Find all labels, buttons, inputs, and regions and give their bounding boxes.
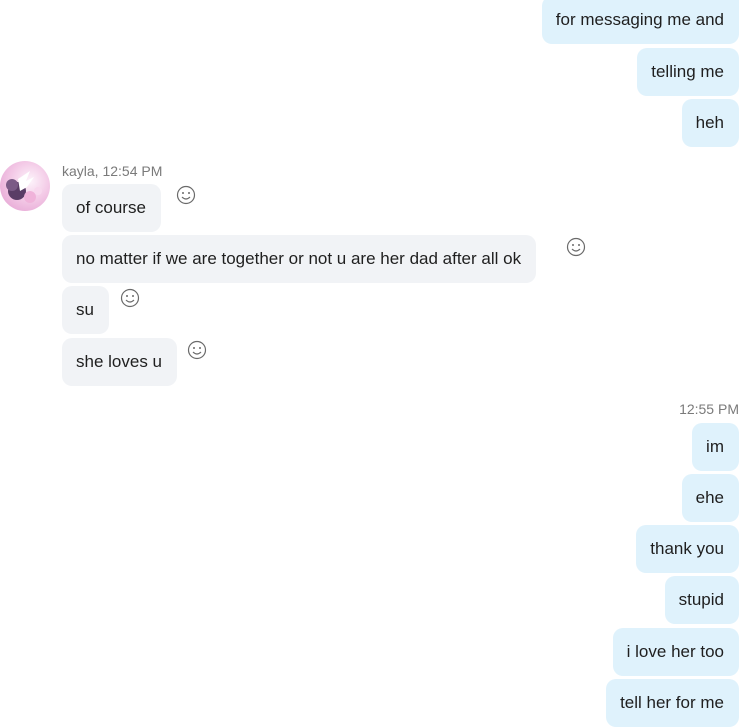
message-text: ehe <box>695 488 724 507</box>
outgoing-message[interactable]: im <box>692 423 739 471</box>
smiley-icon[interactable] <box>120 288 140 308</box>
outgoing-message[interactable]: ehe <box>681 474 739 522</box>
outgoing-message[interactable]: stupid <box>664 576 739 624</box>
outgoing-message[interactable]: telling me <box>637 48 739 96</box>
avatar-image <box>0 161 50 211</box>
incoming-message[interactable]: of course <box>62 184 161 232</box>
message-text: heh <box>695 113 724 132</box>
smiley-icon[interactable] <box>566 237 586 257</box>
outgoing-message[interactable]: thank you <box>636 525 739 573</box>
message-text: stupid <box>678 590 724 609</box>
message-text: for messaging me and <box>555 10 724 29</box>
outgoing-message[interactable]: tell her for me <box>606 679 739 727</box>
outgoing-message[interactable]: for messaging me and <box>541 0 739 44</box>
message-text: of course <box>76 198 146 217</box>
message-text: telling me <box>651 62 724 81</box>
outgoing-message[interactable]: i love her too <box>612 628 739 676</box>
message-text: i love her too <box>626 642 724 661</box>
message-text: im <box>706 437 724 456</box>
smiley-icon[interactable] <box>187 340 207 360</box>
message-timestamp: 12:55 PM <box>679 401 739 417</box>
smiley-icon[interactable] <box>176 185 196 205</box>
sender-avatar[interactable] <box>0 161 50 211</box>
message-text: thank you <box>650 539 724 558</box>
incoming-message[interactable]: she loves u <box>62 338 177 386</box>
message-text: tell her for me <box>620 693 724 712</box>
incoming-message[interactable]: no matter if we are together or not u ar… <box>62 235 537 283</box>
incoming-message[interactable]: su <box>62 286 109 334</box>
sender-name-time: kayla, 12:54 PM <box>62 163 163 179</box>
message-text: she loves u <box>76 352 162 371</box>
message-text: no matter if we are together or not u ar… <box>76 249 522 268</box>
message-text: su <box>76 300 94 319</box>
outgoing-message[interactable]: heh <box>681 99 739 147</box>
